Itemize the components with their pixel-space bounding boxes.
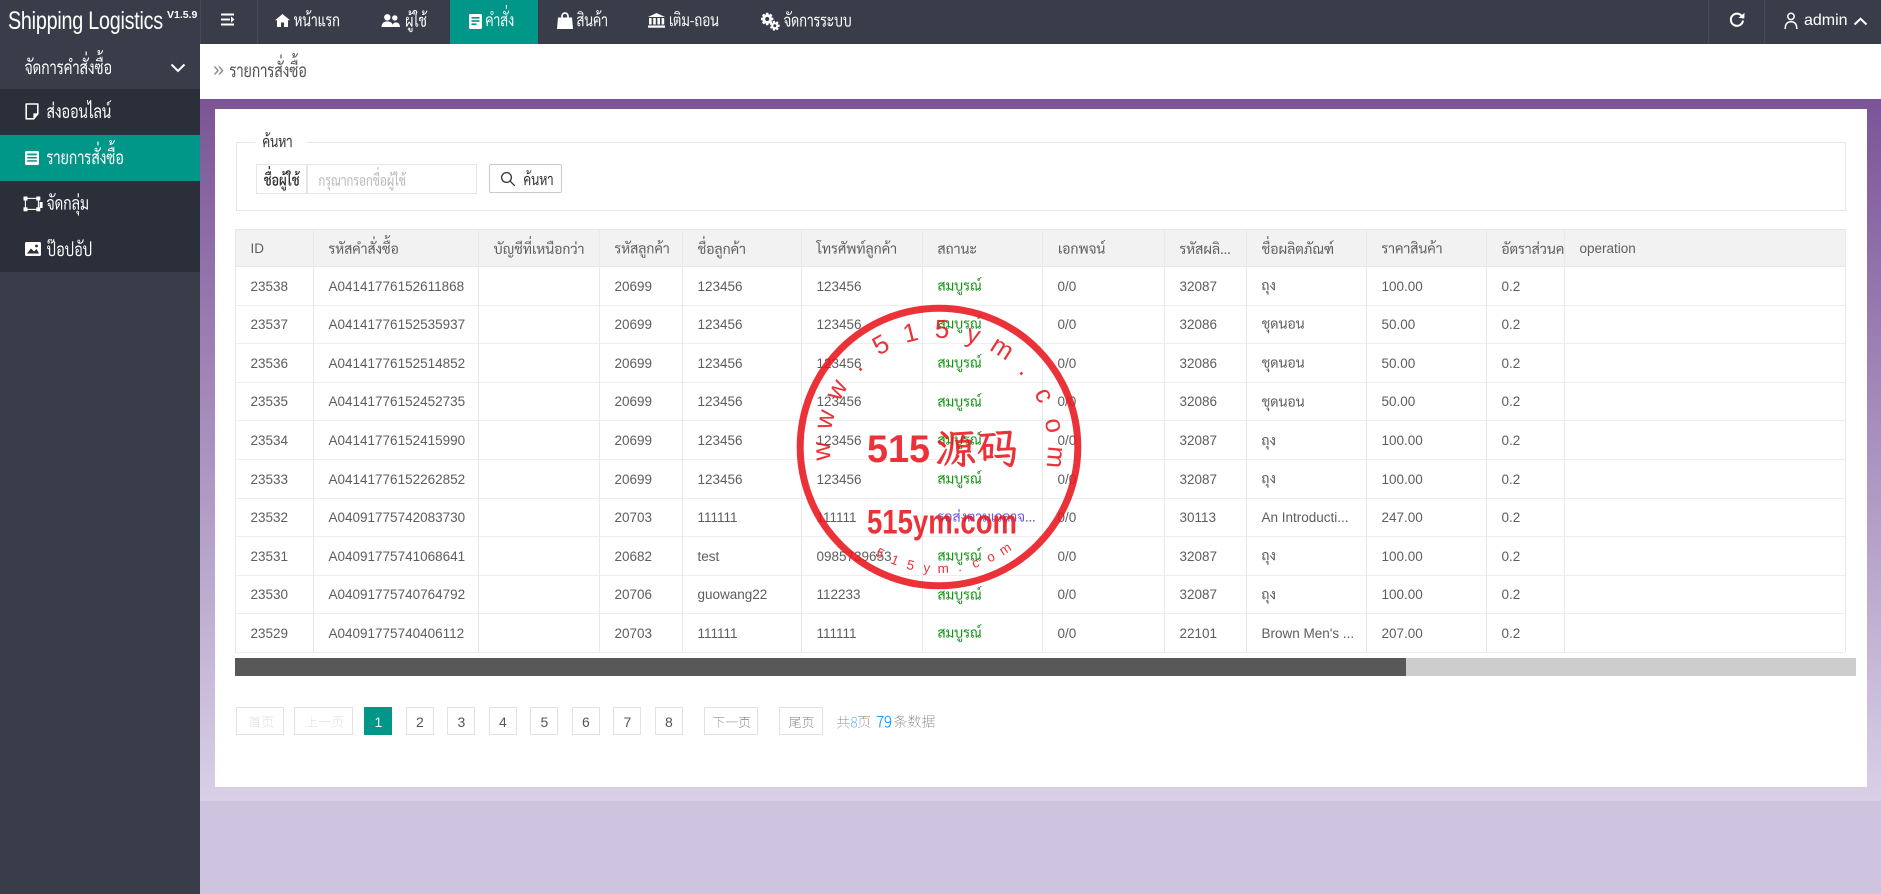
svg-text:5: 5 (905, 557, 916, 573)
svg-text:w: w (807, 406, 841, 432)
svg-text:.: . (842, 351, 868, 377)
svg-text:m: m (996, 540, 1014, 559)
svg-text:m: m (1041, 445, 1073, 469)
svg-text:1: 1 (900, 316, 921, 349)
svg-text:515ym.com: 515ym.com (867, 504, 1017, 542)
svg-text:o: o (984, 549, 997, 566)
svg-text:.: . (956, 559, 962, 574)
svg-text:w: w (806, 441, 837, 462)
svg-text:y: y (963, 318, 984, 350)
svg-text:515: 515 (867, 428, 930, 471)
svg-text:5: 5 (867, 328, 894, 361)
svg-text:1: 1 (889, 552, 901, 569)
svg-text:y: y (923, 560, 931, 576)
svg-text:w: w (818, 374, 854, 406)
svg-text:c: c (1029, 382, 1062, 407)
svg-text:.: . (1013, 356, 1040, 381)
svg-text:5: 5 (873, 545, 887, 562)
svg-text:o: o (1039, 415, 1071, 435)
svg-text:5: 5 (935, 314, 950, 344)
svg-text:m: m (937, 561, 949, 576)
svg-text:c: c (970, 555, 981, 571)
